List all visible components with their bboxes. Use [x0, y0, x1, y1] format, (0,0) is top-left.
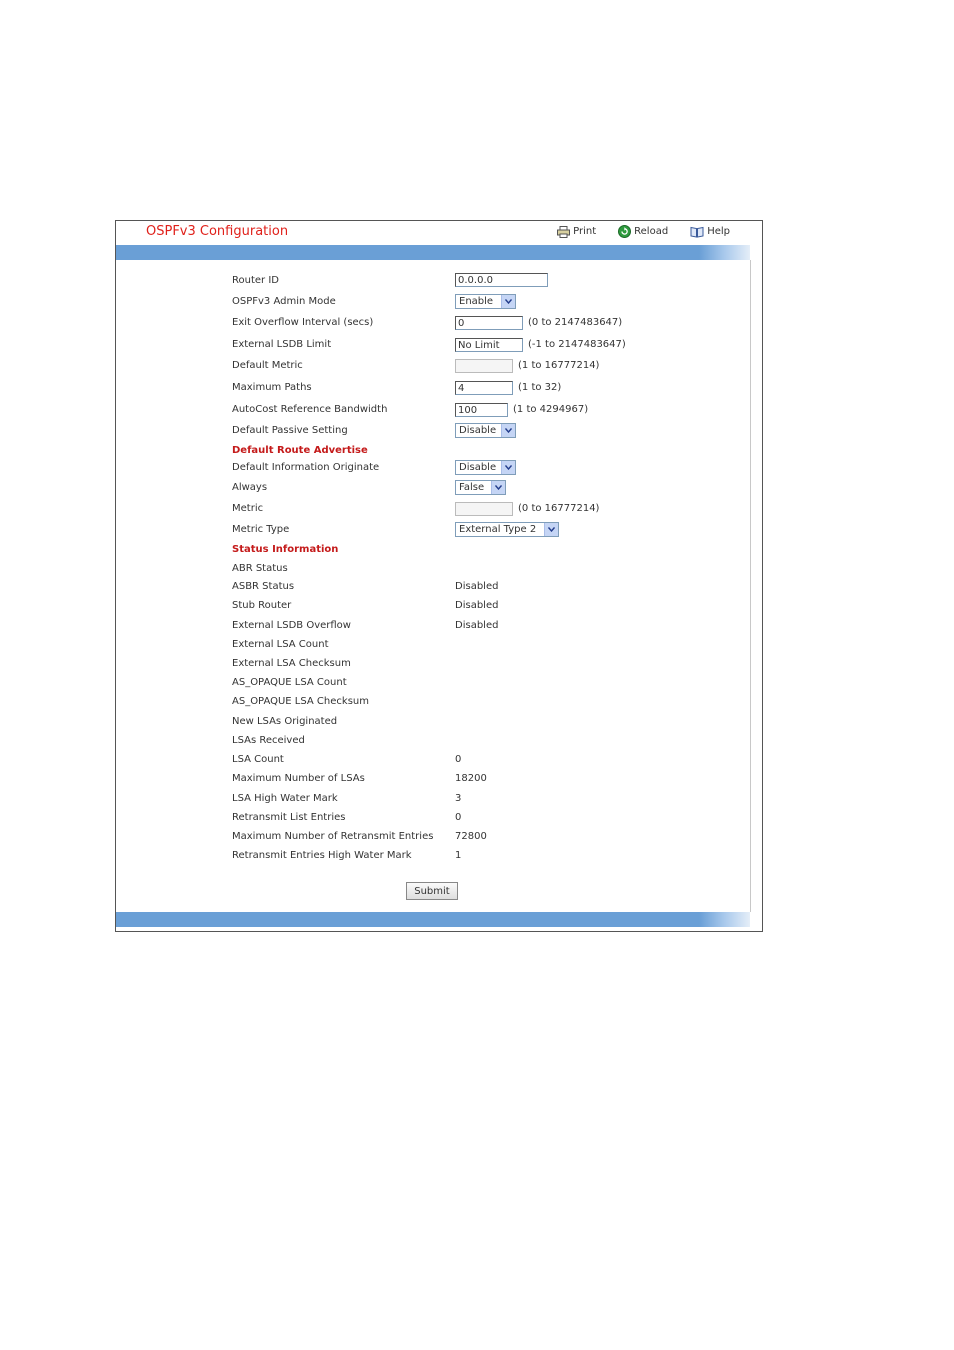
admin-mode-value: Enable: [459, 296, 494, 307]
autocost-input[interactable]: [455, 403, 508, 417]
status-label: External LSA Count: [232, 639, 329, 650]
status-label: AS_OPAQUE LSA Count: [232, 677, 347, 688]
originate-value: Disable: [459, 462, 497, 473]
router-id-input[interactable]: [455, 273, 548, 287]
metric-type-value: External Type 2: [459, 524, 537, 535]
default-route-heading: Default Route Advertise: [232, 445, 368, 456]
chevron-down-icon: [501, 295, 515, 308]
header-band: [116, 245, 750, 260]
status-value: 72800: [455, 831, 487, 842]
status-heading: Status Information: [232, 544, 339, 555]
print-button[interactable]: Print: [557, 225, 596, 238]
reload-button[interactable]: Reload: [618, 225, 668, 238]
exit-overflow-input[interactable]: [455, 316, 523, 330]
help-button[interactable]: Help: [690, 225, 730, 238]
autocost-label: AutoCost Reference Bandwidth: [232, 404, 388, 415]
help-book-icon: [690, 226, 704, 238]
chevron-down-icon: [501, 424, 515, 437]
passive-value: Disable: [459, 425, 497, 436]
status-value: 1: [455, 850, 462, 861]
chevron-down-icon: [491, 481, 505, 494]
config-panel: OSPFv3 Configuration Print Reload Help R…: [115, 220, 763, 932]
status-label: Retransmit List Entries: [232, 812, 346, 823]
help-label: Help: [707, 226, 730, 237]
always-value: False: [459, 482, 485, 493]
admin-mode-select[interactable]: Enable: [455, 294, 516, 309]
chevron-down-icon: [501, 461, 515, 474]
printer-icon: [557, 225, 571, 238]
route-metric-input[interactable]: [455, 502, 513, 516]
status-value: 0: [455, 812, 462, 823]
status-value: Disabled: [455, 581, 499, 592]
status-label: ABR Status: [232, 563, 288, 574]
always-select[interactable]: False: [455, 480, 506, 495]
form-content: Router ID OSPFv3 Admin Mode Enable Exit …: [116, 260, 751, 912]
lsdb-limit-input[interactable]: [455, 338, 523, 352]
route-metric-label: Metric: [232, 503, 264, 514]
exit-overflow-range: (0 to 2147483647): [528, 317, 623, 328]
default-metric-range: (1 to 16777214): [518, 360, 600, 371]
status-label: Maximum Number of Retransmit Entries: [232, 831, 434, 842]
reload-icon: [618, 225, 632, 238]
status-label: AS_OPAQUE LSA Checksum: [232, 696, 369, 707]
reload-label: Reload: [634, 226, 669, 237]
status-value: Disabled: [455, 620, 499, 631]
originate-select[interactable]: Disable: [455, 460, 516, 475]
status-label: ASBR Status: [232, 581, 295, 592]
status-value: 0: [455, 754, 462, 765]
status-label: Maximum Number of LSAs: [232, 773, 365, 784]
status-label: Stub Router: [232, 600, 292, 611]
lsdb-limit-range: (-1 to 2147483647): [528, 339, 626, 350]
passive-label: Default Passive Setting: [232, 425, 348, 436]
originate-label: Default Information Originate: [232, 462, 380, 473]
exit-overflow-label: Exit Overflow Interval (secs): [232, 317, 374, 328]
metric-type-select[interactable]: External Type 2: [455, 522, 559, 537]
status-label: External LSA Checksum: [232, 658, 351, 669]
submit-button[interactable]: Submit: [406, 882, 458, 900]
max-paths-range: (1 to 32): [518, 382, 562, 393]
status-label: Retransmit Entries High Water Mark: [232, 850, 412, 861]
status-label: External LSDB Overflow: [232, 620, 351, 631]
default-metric-label: Default Metric: [232, 360, 303, 371]
router-id-label: Router ID: [232, 275, 279, 286]
metric-type-label: Metric Type: [232, 524, 290, 535]
status-value: 18200: [455, 773, 487, 784]
status-value: Disabled: [455, 600, 499, 611]
toolbar: Print Reload Help: [557, 225, 730, 238]
page-title: OSPFv3 Configuration: [146, 224, 289, 239]
route-metric-range: (0 to 16777214): [518, 503, 600, 514]
max-paths-input[interactable]: [455, 381, 513, 395]
max-paths-label: Maximum Paths: [232, 382, 312, 393]
always-label: Always: [232, 482, 268, 493]
autocost-range: (1 to 4294967): [513, 404, 589, 415]
print-label: Print: [573, 226, 597, 237]
footer-band: [116, 912, 750, 927]
status-label: LSA Count: [232, 754, 284, 765]
chevron-down-icon: [544, 523, 558, 536]
status-value: 3: [455, 793, 462, 804]
passive-select[interactable]: Disable: [455, 423, 516, 438]
status-label: New LSAs Originated: [232, 716, 338, 727]
status-label: LSA High Water Mark: [232, 793, 338, 804]
status-label: LSAs Received: [232, 735, 305, 746]
lsdb-limit-label: External LSDB Limit: [232, 339, 332, 350]
admin-mode-label: OSPFv3 Admin Mode: [232, 296, 336, 307]
default-metric-input[interactable]: [455, 359, 513, 373]
